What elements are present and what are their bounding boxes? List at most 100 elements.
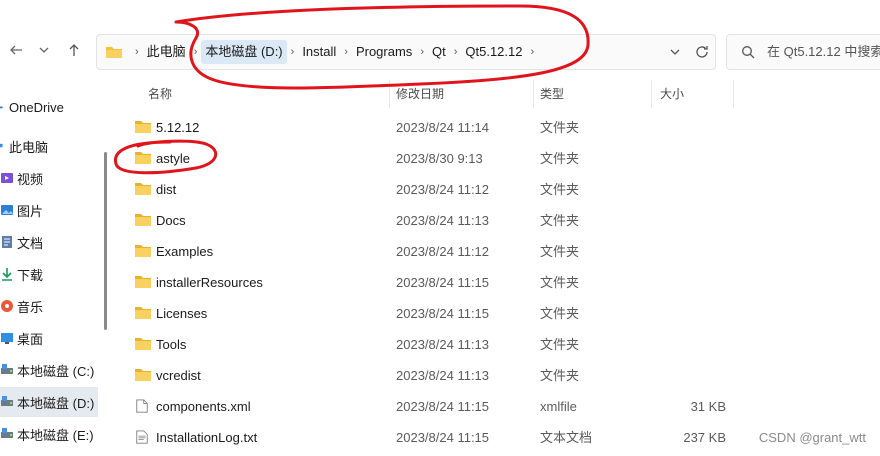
breadcrumb-item[interactable]: Programs [352, 40, 416, 64]
search-icon [742, 46, 755, 59]
file-row[interactable]: components.xml 2023/8/24 11:15 xmlfile 3… [110, 391, 880, 422]
computer-icon [0, 143, 3, 148]
sidebar-item-label: 视频 [17, 171, 44, 187]
separator-icon: › [135, 46, 139, 58]
file-type: 文件夹 [540, 306, 580, 321]
file-row[interactable]: dist 2023/8/24 11:12 文件夹 [110, 174, 880, 205]
folder-icon [135, 183, 151, 195]
file-type: 文件夹 [540, 182, 580, 197]
folder-icon [135, 276, 151, 288]
separator-icon[interactable]: › [340, 46, 352, 58]
music-icon [1, 300, 13, 312]
separator-icon[interactable]: › [416, 46, 428, 58]
recent-locations-button[interactable] [32, 38, 56, 62]
separator-icon[interactable]: › [450, 46, 462, 58]
column-header-date[interactable]: 修改日期 [396, 80, 444, 108]
refresh-icon[interactable] [695, 45, 709, 59]
sidebar-item-music[interactable]: 音乐 [0, 291, 98, 321]
file-date: 2023/8/24 11:15 [396, 430, 490, 445]
search-input[interactable]: 在 Qt5.12.12 中搜索 [767, 35, 880, 69]
breadcrumb-item[interactable]: Qt [428, 40, 450, 64]
folder-icon [135, 245, 151, 257]
file-date: 2023/8/24 11:15 [396, 275, 490, 290]
address-bar[interactable]: › 此电脑 › 本地磁盘 (D:) › Install › Programs ›… [96, 34, 716, 70]
file-name: installerResources [156, 275, 263, 290]
file-type: xmlfile [540, 399, 577, 414]
file-size: 31 KB [690, 399, 726, 414]
sidebar-item-downloads[interactable]: 下载 [0, 259, 98, 289]
sidebar-item-label: 图片 [17, 203, 44, 219]
file-row[interactable]: Tools 2023/8/24 11:13 文件夹 [110, 329, 880, 360]
file-row[interactable]: Docs 2023/8/24 11:13 文件夹 [110, 205, 880, 236]
folder-icon [135, 121, 151, 133]
file-date: 2023/8/30 9:13 [396, 151, 483, 166]
column-divider[interactable] [389, 80, 390, 108]
breadcrumb-item[interactable]: 此电脑 [143, 40, 190, 64]
picture-icon [1, 205, 13, 215]
column-header-name[interactable]: 名称 [148, 80, 172, 108]
breadcrumb-item[interactable]: Install [298, 40, 340, 64]
folder-icon [135, 214, 151, 226]
file-row[interactable]: Examples 2023/8/24 11:12 文件夹 [110, 236, 880, 267]
sidebar-item-drive-e[interactable]: 本地磁盘 (E:) [0, 419, 98, 449]
column-divider[interactable] [651, 80, 652, 108]
sidebar-item-videos[interactable]: 视频 [0, 163, 98, 193]
address-actions [669, 35, 709, 69]
column-divider[interactable] [533, 80, 534, 108]
file-row[interactable]: astyle 2023/8/30 9:13 文件夹 [110, 143, 880, 174]
file-date: 2023/8/24 11:13 [396, 213, 490, 228]
file-date: 2023/8/24 11:14 [396, 120, 490, 135]
sidebar-item-label: 文档 [17, 235, 44, 251]
file-date: 2023/8/24 11:12 [396, 182, 490, 197]
drive-icon [1, 396, 13, 406]
sidebar-item-label: 音乐 [17, 299, 44, 315]
column-divider[interactable] [733, 80, 734, 108]
drive-icon [1, 428, 13, 438]
sidebar-item-desktop[interactable]: 桌面 [0, 323, 98, 353]
sidebar-item-onedrive[interactable]: OneDrive [0, 92, 98, 122]
file-type: 文件夹 [540, 151, 580, 166]
sidebar-item-this-pc[interactable]: 此电脑 [0, 131, 98, 161]
sidebar-item-documents[interactable]: 文档 [0, 227, 98, 257]
cloud-icon [0, 106, 3, 109]
file-date: 2023/8/24 11:13 [396, 368, 490, 383]
drive-icon [1, 364, 13, 374]
sidebar-item-drive-c[interactable]: 本地磁盘 (C:) [0, 355, 98, 385]
file-row[interactable]: 5.12.12 2023/8/24 11:14 文件夹 [110, 112, 880, 143]
file-name: astyle [156, 151, 190, 166]
sidebar-item-label: 此电脑 [9, 139, 49, 155]
back-button[interactable] [4, 38, 28, 62]
separator-icon[interactable]: › [190, 46, 202, 58]
separator-icon[interactable]: › [287, 46, 299, 58]
file-icon [136, 399, 148, 413]
sidebar-item-pictures[interactable]: 图片 [0, 195, 98, 225]
file-date: 2023/8/24 11:12 [396, 244, 490, 259]
file-date: 2023/8/24 11:15 [396, 399, 490, 414]
file-row[interactable]: vcredist 2023/8/24 11:13 文件夹 [110, 360, 880, 391]
up-button[interactable] [62, 38, 86, 62]
file-name: Licenses [156, 306, 208, 321]
video-icon [1, 173, 13, 183]
breadcrumb-item[interactable]: 本地磁盘 (D:) [201, 40, 287, 64]
file-name: components.xml [156, 399, 251, 414]
sidebar-item-drive-d[interactable]: 本地磁盘 (D:) [0, 387, 98, 417]
desktop-icon [1, 333, 13, 344]
file-type: 文件夹 [540, 120, 580, 135]
breadcrumb-item[interactable]: Qt5.12.12 [461, 40, 526, 64]
sidebar-scrollbar[interactable] [104, 152, 107, 330]
separator-icon[interactable]: › [527, 46, 539, 58]
file-name: vcredist [156, 368, 201, 383]
column-header-type[interactable]: 类型 [540, 80, 564, 108]
chevron-down-icon[interactable] [669, 46, 681, 58]
sidebar-item-label: OneDrive [9, 99, 64, 115]
file-date: 2023/8/24 11:13 [396, 337, 490, 352]
file-name: InstallationLog.txt [156, 430, 258, 445]
arrow-up-icon [69, 44, 79, 56]
file-type: 文件夹 [540, 244, 580, 259]
file-name: dist [156, 182, 177, 197]
search-box[interactable]: 在 Qt5.12.12 中搜索 [726, 34, 880, 70]
file-row[interactable]: Licenses 2023/8/24 11:15 文件夹 [110, 298, 880, 329]
folder-icon [135, 307, 151, 319]
file-row[interactable]: installerResources 2023/8/24 11:15 文件夹 [110, 267, 880, 298]
column-header-size[interactable]: 大小 [660, 80, 684, 108]
